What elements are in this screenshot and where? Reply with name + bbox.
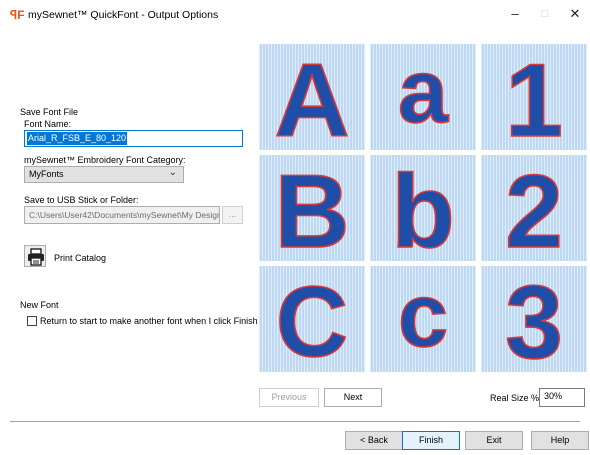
preview-glyph: b [391, 155, 455, 261]
window-title: mySewnet™ QuickFont - Output Options [28, 9, 219, 21]
font-name-label: Font Name: [24, 119, 72, 129]
finish-button[interactable]: Finish [402, 431, 460, 450]
maximize-button: □ [541, 8, 549, 20]
category-select[interactable]: MyFonts ⌄ [24, 166, 184, 183]
preview-glyph: B [274, 155, 349, 261]
folder-path-value: C:\Users\User42\Documents\mySewnet\My De… [29, 210, 220, 220]
previous-button: Previous [259, 388, 319, 407]
save-font-file-heading: Save Font File [20, 107, 79, 117]
exit-button[interactable]: Exit [465, 431, 523, 450]
folder-label: Save to USB Stick or Folder: [24, 195, 139, 205]
category-label: mySewnet™ Embroidery Font Category: [24, 155, 186, 165]
chevron-down-icon: ⌄ [168, 167, 177, 178]
preview-glyph: 2 [505, 155, 563, 261]
title-bar: ꟼF mySewnet™ QuickFont - Output Options … [0, 0, 590, 30]
preview-glyph: 1 [505, 44, 563, 150]
preview-glyph: 3 [505, 266, 563, 372]
preview-tile: c [370, 266, 476, 372]
preview-glyph: c [398, 266, 448, 366]
preview-tile: 2 [481, 155, 587, 261]
preview-tile: C [259, 266, 365, 372]
preview-glyph: C [276, 266, 348, 372]
new-font-heading: New Font [20, 300, 59, 310]
help-button[interactable]: Help [531, 431, 589, 450]
preview-tile: 1 [481, 44, 587, 150]
close-button[interactable]: ✕ [562, 4, 588, 24]
preview-glyph: A [274, 44, 349, 150]
return-to-start-checkbox[interactable] [27, 316, 37, 326]
preview-tile: A [259, 44, 365, 150]
preview-tile: b [370, 155, 476, 261]
preview-tile: 3 [481, 266, 587, 372]
printer-icon [28, 248, 44, 266]
font-name-input[interactable]: Arial_R_FSB_E_80_120 [24, 130, 243, 147]
qf-app-icon: ꟼF [10, 8, 25, 22]
folder-path-field: C:\Users\User42\Documents\mySewnet\My De… [24, 206, 220, 224]
preview-tile: B [259, 155, 365, 261]
minimize-button[interactable]: – [502, 4, 528, 24]
preview-tile: a [370, 44, 476, 150]
return-to-start-label[interactable]: Return to start to make another font whe… [40, 316, 258, 326]
font-name-value: Arial_R_FSB_E_80_120 [27, 132, 128, 145]
real-size-label: Real Size % [490, 393, 540, 403]
print-catalog-label[interactable]: Print Catalog [54, 253, 106, 263]
preview-glyph: a [398, 44, 449, 142]
print-catalog-button[interactable] [24, 245, 46, 267]
back-button[interactable]: < Back [345, 431, 403, 450]
category-value: MyFonts [29, 169, 64, 179]
real-size-input[interactable]: 30% [539, 388, 585, 407]
next-button[interactable]: Next [324, 388, 382, 407]
browse-button: ... [222, 206, 243, 224]
footer-divider [10, 421, 580, 422]
